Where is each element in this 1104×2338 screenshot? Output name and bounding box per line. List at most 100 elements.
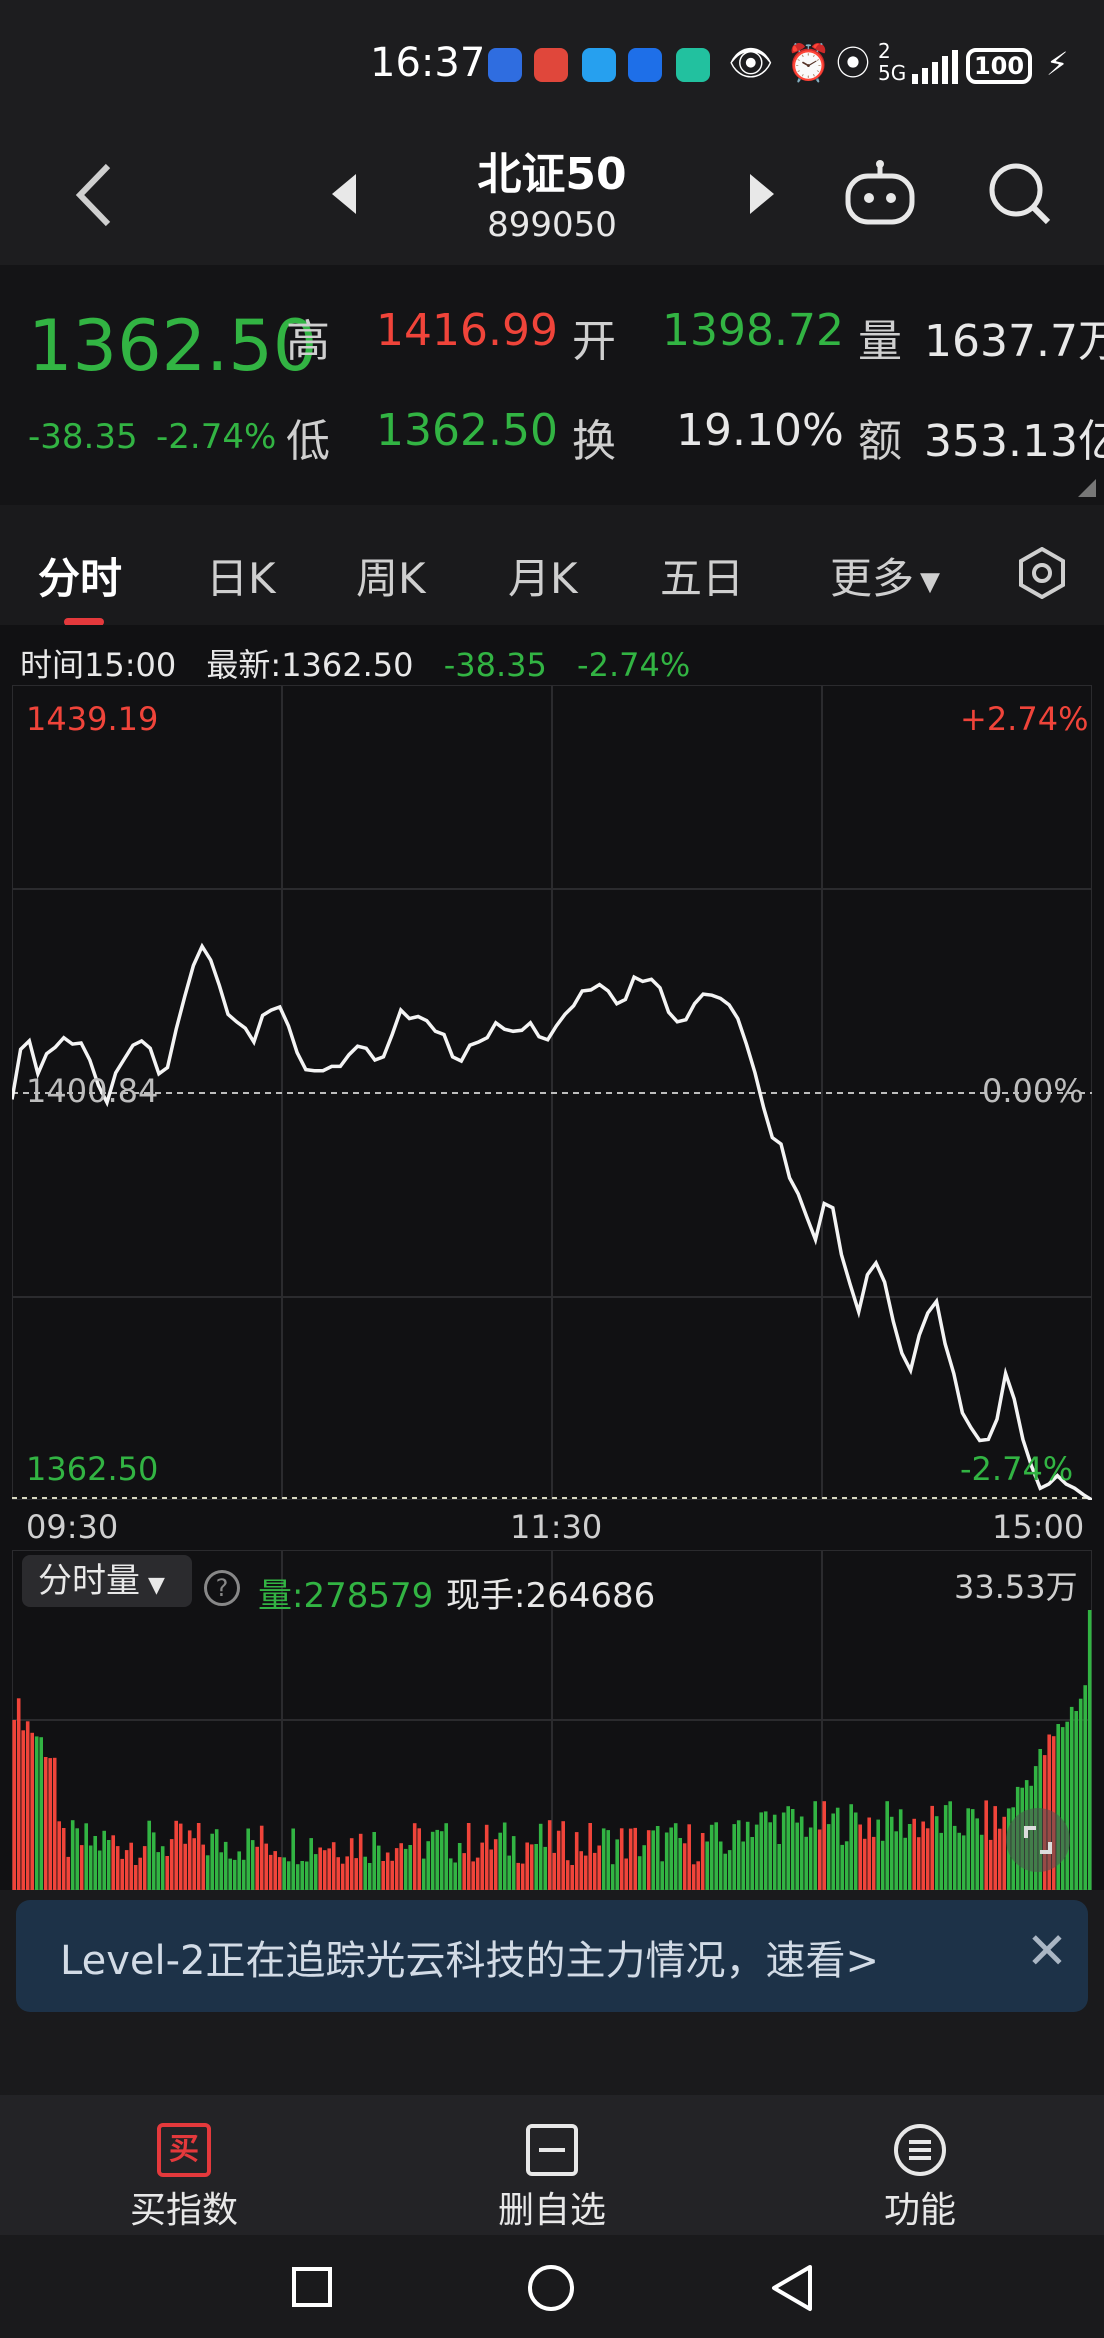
volume-bar	[610, 1864, 615, 1890]
volume-bar	[106, 1840, 111, 1890]
help-icon[interactable]: ?	[204, 1570, 240, 1606]
status-bar: 16:37 👁 ⏰ ⦿ 2 5G 100 ⚡	[0, 0, 1104, 130]
volume-bar	[129, 1842, 133, 1890]
volume-bar	[313, 1854, 318, 1890]
volume-bar	[169, 1839, 174, 1890]
volume-bar	[556, 1830, 561, 1890]
volume-bar	[304, 1861, 309, 1890]
volume-bar	[862, 1838, 867, 1890]
volume-bar	[21, 1730, 25, 1890]
info-change: -38.35	[443, 646, 547, 684]
volume-bar	[615, 1839, 619, 1890]
x-axis-end: 15:00	[992, 1508, 1085, 1546]
volume-bar	[246, 1828, 250, 1890]
level2-promo-banner[interactable]: Level-2正在追踪光云科技的主力情况，速看> ✕	[16, 1900, 1088, 2012]
buy-index-button[interactable]: 买 买指数	[84, 2095, 284, 2233]
volume-bar	[907, 1824, 912, 1890]
volume-bar	[43, 1757, 48, 1890]
browser-app-icon	[628, 48, 662, 82]
volume-bar	[781, 1812, 786, 1890]
volume-bar	[322, 1850, 327, 1890]
volume-bar	[336, 1857, 340, 1890]
volume-bar	[237, 1851, 241, 1890]
close-icon[interactable]: ✕	[1026, 1922, 1068, 1980]
high-label: 高	[286, 316, 330, 367]
network-label: 2 5G	[878, 39, 907, 85]
volume-bar	[196, 1823, 201, 1890]
chevron-down-icon: ▼	[920, 566, 941, 597]
fullscreen-button[interactable]	[1006, 1808, 1070, 1872]
volume-bar	[174, 1820, 178, 1890]
volume-bar	[403, 1848, 408, 1890]
volume-bar	[412, 1823, 417, 1890]
volume-bar	[529, 1844, 534, 1890]
volume-bar	[813, 1801, 817, 1890]
volume-bar	[561, 1821, 565, 1890]
volume-bar	[1074, 1711, 1078, 1890]
tab-monthly-k[interactable]: 月K	[508, 545, 578, 606]
volume-bar	[34, 1736, 39, 1890]
volume-bar	[376, 1845, 381, 1890]
volume-bar	[543, 1846, 547, 1890]
x-axis-start: 09:30	[26, 1508, 119, 1546]
volume-bar	[723, 1853, 727, 1890]
volume-bar	[201, 1844, 205, 1890]
volume-bar	[669, 1827, 673, 1890]
remove-watchlist-button[interactable]: 删自选	[452, 2095, 652, 2233]
volume-bar	[736, 1820, 741, 1890]
volume-bar	[399, 1843, 403, 1890]
volume-bar	[583, 1855, 588, 1890]
volume-bar	[799, 1816, 804, 1890]
intraday-price-chart[interactable]	[12, 685, 1092, 1500]
functions-button[interactable]: 功能	[820, 2095, 1020, 2233]
volume-bar	[948, 1801, 952, 1890]
volume-bar	[894, 1831, 898, 1890]
next-stock-icon[interactable]	[748, 172, 778, 216]
tab-intraday[interactable]: 分时	[38, 545, 122, 606]
volume-bar	[975, 1818, 979, 1890]
volume-indicator-selector[interactable]: 分时量 ▼	[22, 1555, 192, 1607]
volume-bar	[660, 1861, 664, 1890]
banner-text: Level-2正在追踪光云科技的主力情况，速看>	[60, 1938, 879, 1984]
volume-bar	[372, 1832, 376, 1890]
volume-bar	[898, 1809, 903, 1890]
tab-weekly-k[interactable]: 周K	[356, 545, 426, 606]
stock-code: 899050	[487, 205, 617, 245]
back-nav-icon[interactable]	[768, 2263, 814, 2313]
volume-bar	[867, 1817, 871, 1890]
volume-bar	[880, 1840, 885, 1890]
volume-bar	[795, 1822, 799, 1890]
axis-mid-pct: 0.00%	[982, 1072, 1084, 1110]
volume-bar	[934, 1816, 939, 1890]
volume-bar	[187, 1830, 192, 1890]
volume-bar	[331, 1842, 336, 1890]
volume-bar	[552, 1852, 556, 1890]
recent-apps-icon[interactable]	[290, 2265, 334, 2309]
tab-daily-k[interactable]: 日K	[206, 545, 276, 606]
volume-bar	[115, 1846, 120, 1890]
robot-assistant-icon[interactable]	[842, 160, 918, 230]
volume-bar	[786, 1806, 790, 1890]
volume-bar	[363, 1856, 367, 1890]
volume-bar	[921, 1821, 925, 1890]
tab-more[interactable]: 更多 ▼	[830, 545, 940, 606]
search-icon[interactable]	[986, 160, 1054, 228]
volume-bar	[759, 1812, 763, 1890]
remove-watchlist-label: 删自选	[497, 2190, 606, 2231]
expand-corner-icon[interactable]	[1078, 479, 1096, 497]
home-icon[interactable]	[526, 2263, 576, 2313]
volume-bar	[763, 1811, 768, 1890]
volume-bar	[142, 1846, 147, 1890]
volume-bar	[709, 1824, 714, 1890]
tab-five-day[interactable]: 五日	[660, 545, 744, 606]
volume-bar	[61, 1828, 66, 1890]
volume-bar	[984, 1800, 988, 1890]
volume-bar	[696, 1861, 700, 1890]
volume-bar	[673, 1823, 678, 1890]
amount-value: 353.13亿	[924, 416, 1104, 467]
volume-bar	[484, 1824, 489, 1890]
volume-bar	[417, 1828, 421, 1890]
settings-icon[interactable]	[1016, 547, 1068, 599]
volume-bar	[84, 1823, 88, 1890]
fullscreen-icon	[1024, 1826, 1052, 1854]
